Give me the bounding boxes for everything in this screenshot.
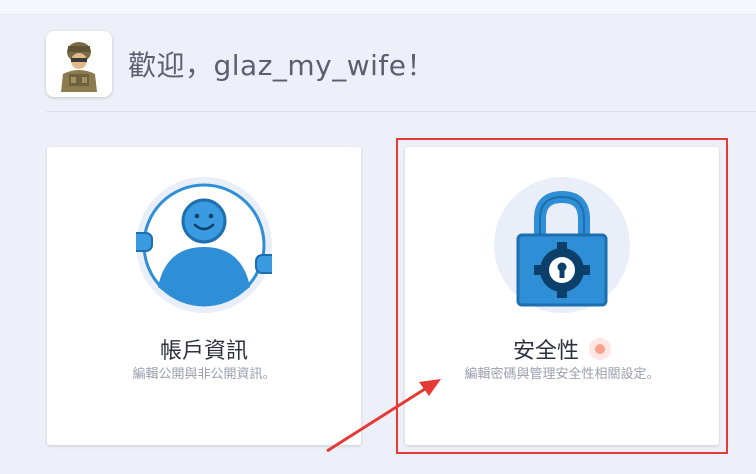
welcome-header: 歡迎，glaz_my_wife！ [46, 30, 435, 98]
security-card-title-row: 安全性 [405, 333, 719, 365]
security-icon-circle [494, 177, 630, 313]
account-card-description: 編輯公開與非公開資訊。 [132, 367, 276, 382]
top-strip [0, 0, 756, 15]
security-card-title: 安全性 [512, 339, 579, 364]
account-info-card[interactable]: 帳戶資訊 編輯公開與非公開資訊。 [47, 147, 361, 445]
security-card-description: 編輯密碼與管理安全性相關設定。 [464, 367, 660, 382]
padlock-icon [516, 190, 608, 307]
security-card[interactable]: 安全性 編輯密碼與管理安全性相關設定。 [405, 147, 719, 445]
account-icon-circle [129, 177, 279, 313]
avatar[interactable] [46, 31, 112, 97]
welcome-text: 歡迎，glaz_my_wife！ [128, 49, 436, 82]
account-card-title: 帳戶資訊 [159, 339, 248, 364]
soldier-avatar-icon [61, 42, 97, 92]
person-icon [129, 183, 279, 307]
notification-dot-icon [589, 338, 611, 360]
header-divider [46, 111, 756, 112]
